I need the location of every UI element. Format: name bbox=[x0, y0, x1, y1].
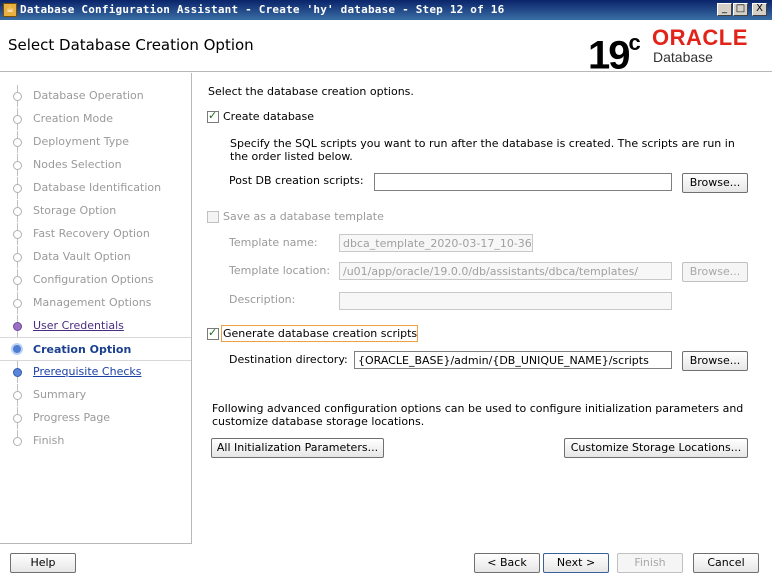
step-label: Database Identification bbox=[33, 181, 162, 194]
java-app-icon: ☕ bbox=[3, 3, 17, 17]
step-label: Data Vault Option bbox=[33, 250, 131, 263]
step-label: Deployment Type bbox=[33, 135, 130, 148]
step-label: Configuration Options bbox=[33, 273, 154, 286]
step-storage-option: Storage Option bbox=[0, 200, 191, 222]
step-deployment-type: Deployment Type bbox=[0, 131, 191, 153]
step-label: Creation Mode bbox=[33, 112, 114, 125]
step-marker-icon bbox=[13, 299, 22, 308]
finish-button[interactable]: Finish bbox=[617, 553, 683, 573]
step-creation-option: Creation Option bbox=[0, 337, 191, 361]
post-scripts-input[interactable] bbox=[374, 173, 672, 191]
step-visited-icon bbox=[13, 322, 22, 331]
step-summary: Summary bbox=[0, 384, 191, 406]
step-label: Summary bbox=[33, 388, 87, 401]
template-location-input[interactable]: /u01/app/oracle/19.0.0/db/assistants/dbc… bbox=[339, 262, 672, 280]
step-marker-icon bbox=[13, 138, 22, 147]
create-database-checkbox[interactable] bbox=[207, 109, 219, 123]
save-template-checkbox[interactable] bbox=[207, 211, 219, 223]
steps-sidebar: Database Operation Creation Mode Deploym… bbox=[0, 73, 192, 544]
title-bar: ☕ Database Configuration Assistant - Cre… bbox=[0, 0, 772, 20]
destination-directory-input[interactable]: {ORACLE_BASE}/admin/{DB_UNIQUE_NAME}/scr… bbox=[354, 351, 672, 369]
main-panel: Select the database creation options. Cr… bbox=[193, 73, 772, 544]
next-button[interactable]: Next > bbox=[543, 553, 609, 573]
step-marker-icon bbox=[13, 92, 22, 101]
step-marker-icon bbox=[13, 276, 22, 285]
window-title: Database Configuration Assistant - Creat… bbox=[20, 3, 505, 16]
help-button[interactable]: Help bbox=[10, 553, 76, 573]
generate-scripts-label[interactable]: Generate database creation scripts bbox=[223, 327, 417, 340]
logo-19-text: 19 bbox=[588, 33, 630, 78]
all-init-parameters-button[interactable]: All Initialization Parameters... bbox=[211, 438, 384, 458]
step-creation-mode: Creation Mode bbox=[0, 108, 191, 130]
destination-directory-label: Destination directory: bbox=[229, 353, 348, 366]
generate-scripts-checkbox[interactable] bbox=[207, 326, 219, 340]
maximize-button[interactable]: □ bbox=[733, 3, 748, 16]
step-label: Nodes Selection bbox=[33, 158, 122, 171]
save-template-label: Save as a database template bbox=[223, 210, 384, 223]
step-label: Storage Option bbox=[33, 204, 117, 217]
step-label: Progress Page bbox=[33, 411, 111, 424]
step-marker-icon bbox=[13, 161, 22, 170]
intro-text: Select the database creation options. bbox=[208, 85, 414, 98]
minimize-button[interactable]: _ bbox=[717, 3, 732, 16]
step-database-operation: Database Operation bbox=[0, 85, 191, 107]
advanced-text-line2: customize database storage locations. bbox=[212, 415, 425, 428]
post-scripts-label: Post DB creation scripts: bbox=[229, 174, 364, 187]
template-name-input[interactable]: dbca_template_2020-03-17_10-36-4 bbox=[339, 234, 533, 252]
customize-storage-locations-button[interactable]: Customize Storage Locations... bbox=[564, 438, 748, 458]
step-configuration-options: Configuration Options bbox=[0, 269, 191, 291]
step-finish: Finish bbox=[0, 430, 191, 452]
step-marker-icon bbox=[13, 391, 22, 400]
step-nodes-selection: Nodes Selection bbox=[0, 154, 191, 176]
step-label[interactable]: Prerequisite Checks bbox=[33, 365, 141, 378]
step-marker-icon bbox=[13, 437, 22, 446]
step-data-vault-option: Data Vault Option bbox=[0, 246, 191, 268]
step-label: Management Options bbox=[33, 296, 152, 309]
create-database-label[interactable]: Create database bbox=[223, 110, 314, 123]
destination-browse-button[interactable]: Browse... bbox=[682, 351, 748, 371]
step-prerequisite-checks[interactable]: Prerequisite Checks bbox=[0, 361, 191, 383]
step-marker-icon bbox=[13, 230, 22, 239]
step-marker-icon bbox=[13, 184, 22, 193]
step-user-credentials[interactable]: User Credentials bbox=[0, 315, 191, 337]
footer-bar: Help < Back Next > Finish Cancel bbox=[0, 545, 772, 578]
oracle-19c-logo: 19c bbox=[588, 25, 641, 77]
create-database-desc-line2: the order listed below. bbox=[230, 150, 353, 163]
step-label[interactable]: User Credentials bbox=[33, 319, 124, 332]
advanced-text-line1: Following advanced configuration options… bbox=[212, 402, 744, 415]
step-marker-icon bbox=[13, 414, 22, 423]
back-button[interactable]: < Back bbox=[474, 553, 540, 573]
template-description-input[interactable] bbox=[339, 292, 672, 310]
template-location-label: Template location: bbox=[229, 264, 331, 277]
page-header: Select Database Creation Option 19c ORAC… bbox=[0, 20, 772, 77]
step-fast-recovery-option: Fast Recovery Option bbox=[0, 223, 191, 245]
logo-c-text: c bbox=[628, 30, 641, 55]
step-label: Creation Option bbox=[33, 343, 132, 356]
cancel-button[interactable]: Cancel bbox=[693, 553, 759, 573]
step-marker-icon bbox=[13, 115, 22, 124]
step-marker-icon bbox=[13, 207, 22, 216]
page-title: Select Database Creation Option bbox=[8, 36, 254, 54]
step-progress-page: Progress Page bbox=[0, 407, 191, 429]
oracle-logo-text: ORACLE bbox=[652, 25, 748, 50]
post-scripts-browse-button[interactable]: Browse... bbox=[682, 173, 748, 193]
close-window-button[interactable]: X bbox=[752, 3, 767, 16]
template-description-label: Description: bbox=[229, 293, 296, 306]
create-database-desc-line1: Specify the SQL scripts you want to run … bbox=[230, 137, 735, 150]
template-location-browse-button[interactable]: Browse... bbox=[682, 262, 748, 282]
step-current-icon bbox=[11, 343, 23, 355]
template-name-label: Template name: bbox=[229, 236, 318, 249]
step-management-options: Management Options bbox=[0, 292, 191, 314]
step-label: Fast Recovery Option bbox=[33, 227, 150, 240]
step-next-icon bbox=[13, 368, 22, 377]
step-label: Finish bbox=[33, 434, 65, 447]
step-database-identification: Database Identification bbox=[0, 177, 191, 199]
step-label: Database Operation bbox=[33, 89, 144, 102]
step-marker-icon bbox=[13, 253, 22, 262]
database-logo-text: Database bbox=[653, 49, 713, 65]
